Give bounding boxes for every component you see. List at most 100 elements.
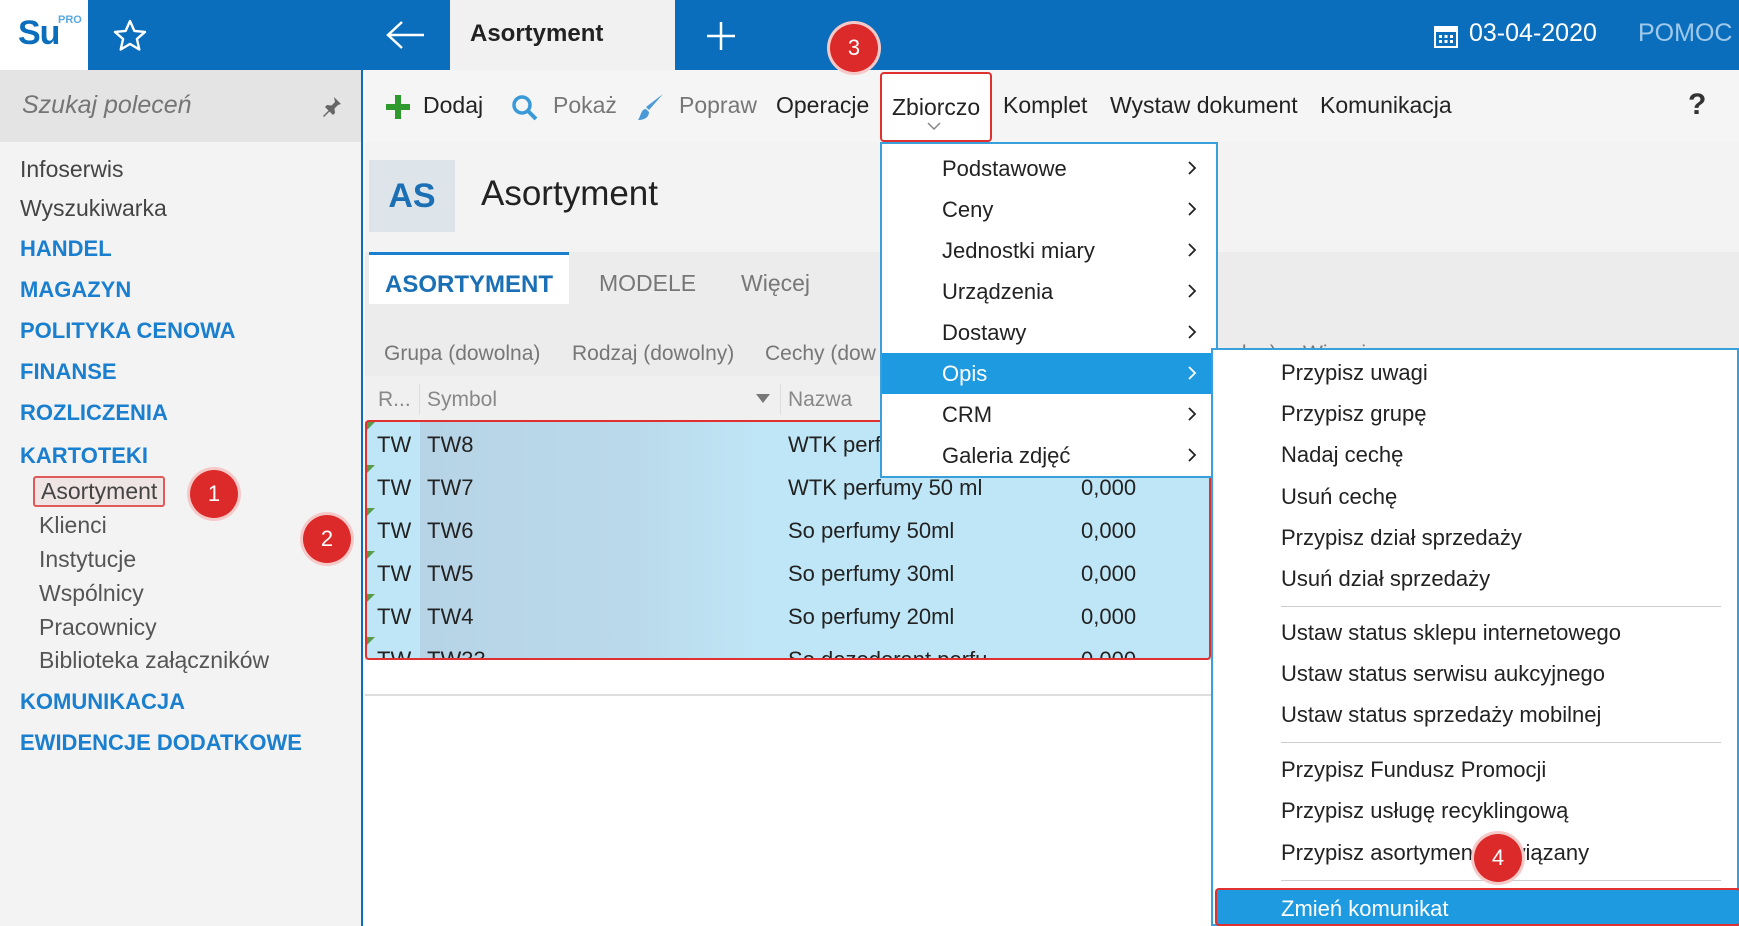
cell-r: TW <box>377 518 412 543</box>
nav-wyszukiwarka[interactable]: Wyszukiwarka <box>20 195 167 222</box>
add-icon <box>386 95 410 119</box>
menu-item-przypisz-uwagi[interactable]: Przypisz uwagi <box>1281 360 1428 386</box>
calendar-icon[interactable] <box>1433 23 1459 49</box>
column-header-nazwa[interactable]: Nazwa <box>788 388 852 412</box>
menu-item-status-serwisu-aukcyjnego[interactable]: Ustaw status serwisu aukcyjnego <box>1281 661 1605 687</box>
bulk-button[interactable]: Zbiorczo <box>880 72 993 142</box>
sort-down-icon[interactable] <box>756 394 770 404</box>
cell-r: TW <box>377 647 412 660</box>
table-row[interactable]: TW TW33 So dezodorant perfu 0,000 <box>365 637 1211 660</box>
menu-item-crm[interactable]: CRM <box>882 394 1216 435</box>
tab-wiecej[interactable]: Więcej <box>741 270 810 297</box>
current-date[interactable]: 03-04-2020 <box>1469 19 1597 48</box>
tab-label: Asortyment <box>470 20 604 47</box>
menu-item-nadaj-ceche[interactable]: Nadaj cechę <box>1281 442 1403 468</box>
nav-instytucje[interactable]: Instytucje <box>39 546 136 573</box>
menu-item-ceny[interactable]: Ceny <box>882 189 1216 230</box>
menu-item-asortyment-powiazany[interactable]: Przypisz asortyment powiązany <box>1281 840 1589 866</box>
bulk-dropdown-menu: Podstawowe Ceny Jednostki miary Urządzen… <box>880 142 1218 478</box>
communication-button[interactable]: Komunikacja <box>1320 92 1452 119</box>
nav-asortyment[interactable]: Asortyment <box>33 476 166 507</box>
cell-r: TW <box>377 561 412 586</box>
nav-rozliczenia[interactable]: ROZLICZENIA <box>20 400 168 426</box>
add-button[interactable]: Dodaj <box>423 92 483 119</box>
nav-ewidencje-dodatkowe[interactable]: EWIDENCJE DODATKOWE <box>20 730 302 756</box>
menu-item-label: Podstawowe <box>942 156 1067 181</box>
chevron-right-icon <box>1188 366 1197 380</box>
cell-name: So perfumy 30ml <box>788 561 955 586</box>
filter-rodzaj[interactable]: Rodzaj (dowolny) <box>572 342 734 366</box>
menu-item-przypisz-grupe[interactable]: Przypisz grupę <box>1281 401 1427 427</box>
menu-item-usluga-recyklingowa[interactable]: Przypisz usługę recyklingową <box>1281 798 1568 824</box>
nav-klienci[interactable]: Klienci <box>39 512 107 539</box>
nav-handel[interactable]: HANDEL <box>20 236 112 262</box>
menu-item-opis[interactable]: Opis <box>882 353 1216 394</box>
menu-item-usun-ceche[interactable]: Usuń cechę <box>1281 484 1397 510</box>
nav-pracownicy[interactable]: Pracownicy <box>39 614 157 641</box>
menu-item-status-sprzedazy-mobilnej[interactable]: Ustaw status sprzedaży mobilnej <box>1281 702 1601 728</box>
cell-name: So dezodorant perfu <box>788 647 988 660</box>
issue-document-button[interactable]: Wystaw dokument <box>1110 92 1298 119</box>
nav-komunikacja[interactable]: KOMUNIKACJA <box>20 689 185 715</box>
app-logo[interactable]: Su PRO <box>0 0 88 70</box>
menu-item-podstawowe[interactable]: Podstawowe <box>882 148 1216 189</box>
cell-name: So perfumy 50ml <box>788 518 955 543</box>
cell-r: TW <box>377 432 412 457</box>
star-icon[interactable] <box>112 18 148 54</box>
table-row[interactable]: TW TW6 So perfumy 50ml 0,000 <box>365 508 1211 551</box>
cell-qty: 0,000 <box>1081 647 1137 660</box>
logo-sup: PRO <box>58 14 82 26</box>
menu-item-usun-dzial-sprzedazy[interactable]: Usuń dział sprzedaży <box>1281 566 1490 592</box>
menu-item-fundusz-promocji[interactable]: Przypisz Fundusz Promocji <box>1281 757 1546 783</box>
cell-r: TW <box>377 475 412 500</box>
edit-button[interactable]: Popraw <box>679 92 757 119</box>
module-badge: AS <box>369 160 455 232</box>
menu-item-dostawy[interactable]: Dostawy <box>882 312 1216 353</box>
nav-magazyn[interactable]: MAGAZYN <box>20 277 131 303</box>
menu-item-status-sklepu[interactable]: Ustaw status sklepu internetowego <box>1281 620 1621 646</box>
tab-asortyment-list[interactable]: ASORTYMENT <box>369 252 569 304</box>
tab-modele[interactable]: MODELE <box>599 270 696 297</box>
menu-item-galeria-zdjec[interactable]: Galeria zdjęć <box>882 435 1216 476</box>
nav-biblioteka-zalacznikow[interactable]: Biblioteka załączników <box>39 647 269 674</box>
menu-item-label: Urządzenia <box>942 279 1054 304</box>
set-button[interactable]: Komplet <box>1003 92 1087 119</box>
table-row[interactable]: TW TW5 So perfumy 30ml 0,000 <box>365 551 1211 594</box>
help-link[interactable]: POMOC <box>1638 19 1732 48</box>
nav-infoserwis[interactable]: Infoserwis <box>20 156 124 183</box>
filter-grupa[interactable]: Grupa (dowolna) <box>384 342 540 366</box>
nav-wspolnicy[interactable]: Wspólnicy <box>39 580 144 607</box>
help-button[interactable]: ? <box>1688 88 1706 122</box>
menu-item-przypisz-dzial-sprzedazy[interactable]: Przypisz dział sprzedaży <box>1281 525 1522 551</box>
menu-item-label: Galeria zdjęć <box>942 443 1071 468</box>
column-header-symbol[interactable]: Symbol <box>427 388 497 412</box>
cell-symbol: TW33 <box>427 647 486 660</box>
menu-item-label: Ceny <box>942 197 994 222</box>
operations-button[interactable]: Operacje <box>776 92 869 119</box>
sidebar: Infoserwis Wyszukiwarka HANDEL MAGAZYN P… <box>0 70 363 926</box>
tab-asortyment[interactable]: Asortyment <box>450 0 675 70</box>
nav-polityka-cenowa[interactable]: POLITYKA CENOWA <box>20 318 236 344</box>
menu-item-zmien-komunikat[interactable]: Zmień komunikat <box>1215 888 1739 926</box>
cell-symbol: TW8 <box>427 432 474 457</box>
pin-icon[interactable] <box>320 94 344 118</box>
nav-kartoteki[interactable]: KARTOTEKI <box>20 443 148 469</box>
menu-item-jednostki-miary[interactable]: Jednostki miary <box>882 230 1216 271</box>
column-header-r[interactable]: R... <box>378 388 411 412</box>
command-search-input[interactable] <box>22 88 312 122</box>
chevron-down-icon <box>927 122 941 130</box>
chevron-right-icon <box>1188 243 1197 257</box>
cell-r: TW <box>377 604 412 629</box>
toolbar: Dodaj Pokaż Popraw Operacje Zbiorczo Kom… <box>365 70 1739 142</box>
brush-icon <box>638 94 663 120</box>
nav-finanse[interactable]: FINANSE <box>20 359 117 385</box>
filter-cechy[interactable]: Cechy (dow <box>765 342 876 366</box>
table-row[interactable]: TW TW4 So perfumy 20ml 0,000 <box>365 594 1211 637</box>
menu-item-label: Zmień komunikat <box>1281 896 1449 921</box>
new-tab-plus-icon[interactable] <box>703 18 739 54</box>
menu-item-urzadzenia[interactable]: Urządzenia <box>882 271 1216 312</box>
back-arrow-icon[interactable] <box>384 18 428 52</box>
cell-qty: 0,000 <box>1081 475 1137 500</box>
show-button[interactable]: Pokaż <box>553 92 617 119</box>
callout-3: 3 <box>830 24 878 72</box>
